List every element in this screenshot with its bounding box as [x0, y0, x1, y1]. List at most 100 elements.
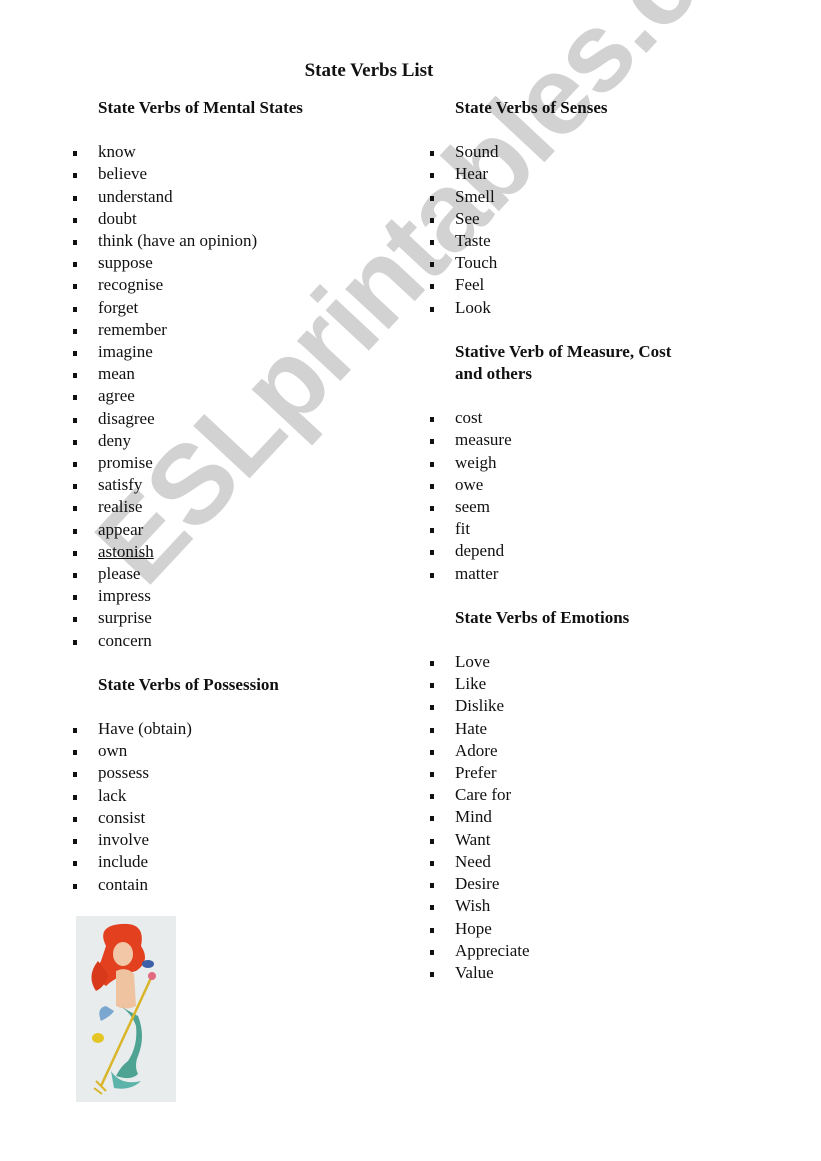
bullet-icon: [430, 683, 434, 689]
list-item-text: realise: [98, 497, 143, 517]
list-item-text: measure: [455, 430, 512, 450]
list-item-text: Hope: [455, 918, 492, 938]
bullet-icon: [73, 417, 77, 423]
list-item-text: Hear: [455, 164, 489, 184]
list-item-text: surprise: [98, 608, 152, 628]
list-item-text: Prefer: [455, 763, 497, 783]
bullet-icon: [73, 617, 77, 623]
list-item-text: depend: [455, 541, 505, 561]
bullet-icon: [73, 528, 77, 534]
bullet-icon: [73, 328, 77, 334]
bullet-icon: [430, 905, 434, 911]
list-item: remember: [72, 319, 372, 341]
list-item-text: suppose: [98, 253, 153, 273]
bullet-icon: [430, 661, 434, 667]
list-emotions: Love Like Dislike Hate Adore Prefer Care for Mi…: [429, 651, 729, 984]
list-item: Want: [429, 829, 729, 851]
bullet-icon: [73, 794, 77, 800]
list-item-text: mean: [98, 364, 135, 384]
bullet-icon: [73, 550, 77, 556]
list-item: measure: [429, 429, 729, 451]
list-item: Like: [429, 673, 729, 695]
list-item-text: Have (obtain): [98, 719, 192, 739]
list-item: consist: [72, 807, 372, 829]
list-item-text: lack: [98, 785, 127, 805]
bullet-icon: [73, 262, 77, 268]
bullet-icon: [430, 528, 434, 534]
list-item: own: [72, 740, 372, 762]
list-measure: cost measure weigh owe seem fit depend matter: [429, 407, 729, 585]
list-item-text: seem: [455, 497, 490, 517]
list-item: cost: [429, 407, 729, 429]
list-item-text: fit: [455, 519, 471, 539]
list-item: See: [429, 208, 729, 230]
list-item-text: Love: [455, 652, 490, 672]
bullet-icon: [73, 484, 77, 490]
bullet-icon: [73, 839, 77, 845]
list-item: imagine: [72, 341, 372, 363]
bullet-icon: [73, 151, 77, 157]
list-item-text: Value: [455, 962, 494, 982]
section-heading-mental: State Verbs of Mental States: [98, 98, 303, 117]
section-heading-possession: State Verbs of Possession: [98, 674, 279, 694]
bullet-icon: [430, 483, 434, 489]
list-item: suppose: [72, 252, 372, 274]
list-item-text: recognise: [98, 275, 164, 295]
list-item: satisfy: [72, 474, 372, 496]
list-item: lack: [72, 785, 372, 807]
list-item: disagree: [72, 408, 372, 430]
list-item: Sound: [429, 141, 729, 163]
list-item: Adore: [429, 740, 729, 762]
bullet-icon: [430, 971, 434, 977]
list-item-text: Feel: [455, 275, 485, 295]
list-item: Touch: [429, 252, 729, 274]
list-item-text: disagree: [98, 408, 155, 428]
list-item: Smell: [429, 186, 729, 208]
list-item-text: contain: [98, 874, 149, 894]
bullet-icon: [73, 284, 77, 290]
list-item: concern: [72, 630, 372, 652]
section-heading-measure: Stative Verb of Measure, Cost and others: [429, 341, 729, 385]
bullet-icon: [73, 240, 77, 246]
bullet-icon: [73, 395, 77, 401]
bullet-icon: [73, 750, 77, 756]
list-item-text: understand: [98, 186, 173, 206]
list-item: agree: [72, 385, 372, 407]
list-item: Value: [429, 962, 729, 984]
list-item: include: [72, 851, 372, 873]
bullet-icon: [73, 373, 77, 379]
bullet-icon: [73, 506, 77, 512]
list-item-text: Hate: [455, 718, 488, 738]
list-item-text: involve: [98, 830, 149, 850]
bullet-icon: [73, 639, 77, 645]
list-item: know: [72, 141, 372, 163]
list-item-text: promise: [98, 453, 153, 473]
heading-line-2: and others: [455, 364, 532, 384]
list-item-text: concern: [98, 630, 152, 650]
list-item: weigh: [429, 452, 729, 474]
list-item: please: [72, 563, 372, 585]
list-item-text: satisfy: [98, 475, 143, 495]
list-item: Love: [429, 651, 729, 673]
list-item: Taste: [429, 230, 729, 252]
list-item-text: Desire: [455, 874, 500, 894]
mermaid-illustration: [76, 916, 176, 1102]
bullet-icon: [430, 550, 434, 556]
list-item-text: imagine: [98, 342, 153, 362]
bullet-icon: [430, 727, 434, 733]
bullet-icon: [430, 949, 434, 955]
bullet-icon: [73, 861, 77, 867]
mermaid-icon: [76, 916, 176, 1102]
list-item-text: Wish: [455, 896, 491, 916]
list-item: matter: [429, 563, 729, 585]
list-item: Appreciate: [429, 940, 729, 962]
list-item-text: Dislike: [455, 696, 505, 716]
bullet-icon: [430, 461, 434, 467]
bullet-icon: [430, 705, 434, 711]
list-item: Hope: [429, 918, 729, 940]
bullet-icon: [430, 439, 434, 445]
bullet-icon: [430, 195, 434, 201]
list-item: deny: [72, 430, 372, 452]
list-item: forget: [72, 297, 372, 319]
list-item: possess: [72, 762, 372, 784]
